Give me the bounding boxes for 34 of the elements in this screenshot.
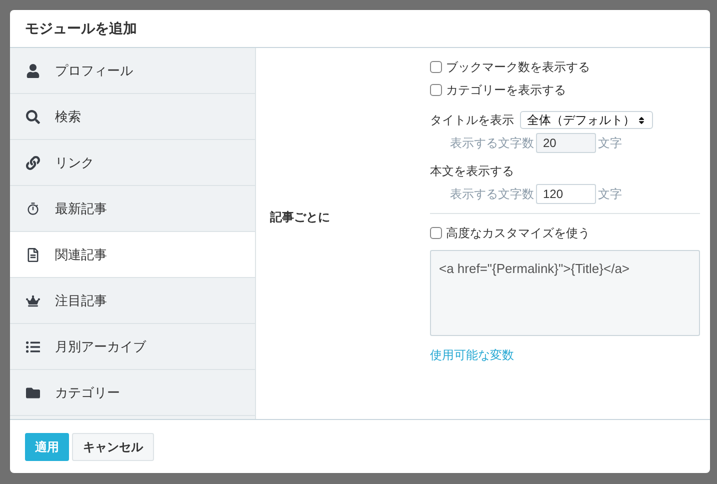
template-field[interactable]: <a href="{Permalink}">{Title}</a> xyxy=(430,250,700,336)
title-setting-label: タイトルを表示 xyxy=(430,112,514,129)
sidebar-item-label: カテゴリー xyxy=(55,384,120,402)
count-field[interactable]: 120 xyxy=(536,184,596,204)
checkbox-label: 高度なカスタマイズを使う xyxy=(446,225,590,242)
unit-label: 文字 xyxy=(598,186,622,203)
checkbox[interactable] xyxy=(430,227,442,239)
updown-caret-icon xyxy=(637,116,646,124)
sidebar-item-label: 注目記事 xyxy=(55,292,107,310)
document-icon xyxy=(25,246,41,262)
unit-label: 文字 xyxy=(598,135,622,152)
checkbox[interactable] xyxy=(430,84,442,96)
person-icon xyxy=(25,62,41,78)
count-label: 表示する文字数 xyxy=(450,135,534,152)
crown-icon xyxy=(25,292,41,308)
sidebar-item[interactable]: 関連記事 xyxy=(10,232,255,278)
checkbox[interactable] xyxy=(430,60,442,72)
sidebar-item-label: 月別アーカイブ xyxy=(55,338,146,356)
cancel-button[interactable]: キャンセル xyxy=(72,432,154,460)
link-icon xyxy=(25,154,41,170)
checkbox-label: ブックマーク数を表示する xyxy=(446,58,590,76)
checkbox-label: カテゴリーを表示する xyxy=(446,82,566,98)
section-label: 記事ごとに xyxy=(270,208,330,226)
count-label: 表示する文字数 xyxy=(450,186,534,203)
body-setting-label: 本文を表示する xyxy=(430,163,515,180)
sidebar-item-label: プロフィール xyxy=(55,62,133,80)
sidebar-item-label: リンク xyxy=(55,154,94,172)
sidebar-item-label: 関連記事 xyxy=(55,246,107,264)
search-icon xyxy=(25,108,41,124)
title-select[interactable]: 全体（デフォルト） xyxy=(520,111,653,129)
stopwatch-icon xyxy=(25,200,41,216)
sidebar-item-label: 検索 xyxy=(55,108,81,126)
sidebar-item-label: 最新記事 xyxy=(55,200,107,218)
list-icon xyxy=(25,338,41,354)
